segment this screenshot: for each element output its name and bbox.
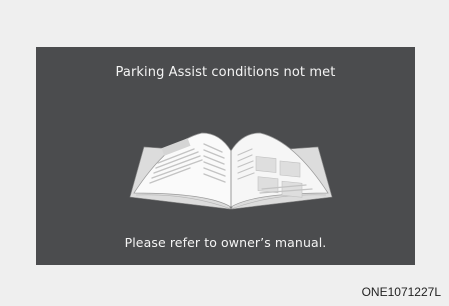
display-screen: Parking Assist conditions not met Please… — [36, 47, 415, 265]
open-book-icon — [129, 132, 333, 210]
warning-title: Parking Assist conditions not met — [115, 65, 336, 80]
manual-message: Please refer to owner’s manual. — [124, 235, 327, 250]
figure-code: ONE1071227L — [361, 285, 441, 299]
